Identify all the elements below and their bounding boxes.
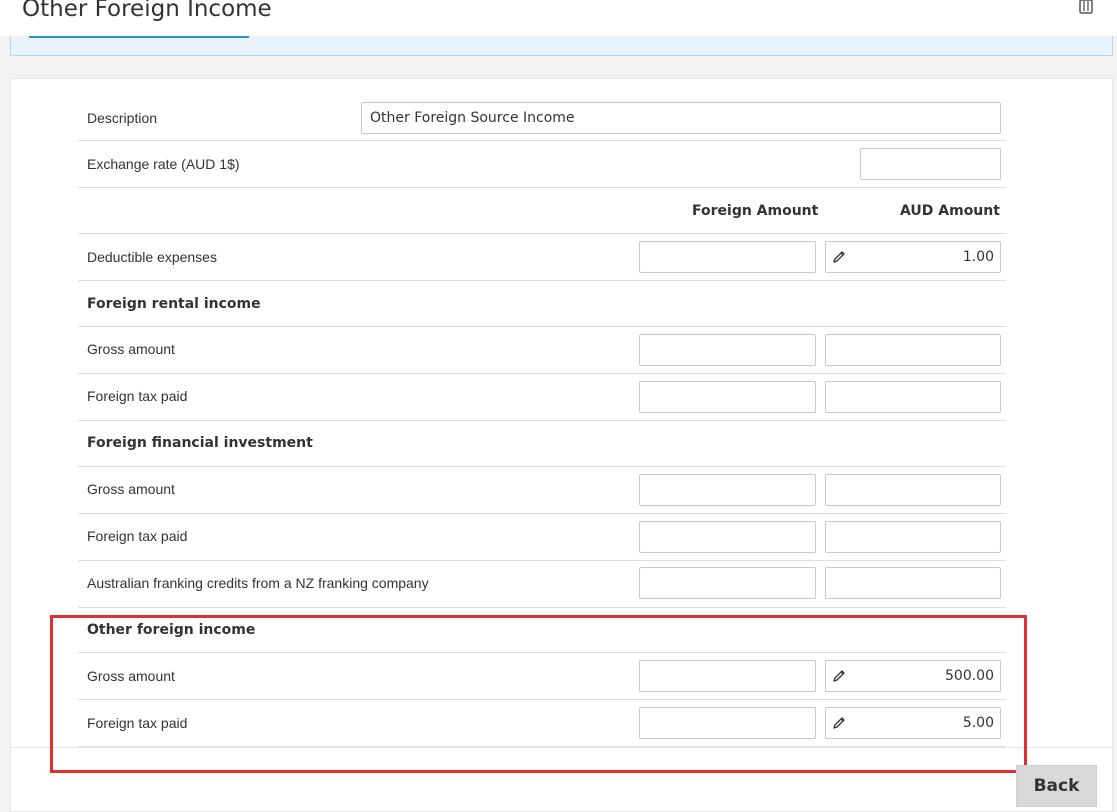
franking-credits-row: Australian franking credits from a NZ fr… <box>78 561 1006 608</box>
foreign-amount-header: Foreign Amount <box>692 203 819 219</box>
deductible-expenses-aud-input[interactable]: 1.00 <box>825 241 1001 273</box>
rental-foreign-tax-paid-foreign-input[interactable] <box>639 381 816 413</box>
rental-gross-amount-foreign-input[interactable] <box>639 334 816 366</box>
aud-amount-header: AUD Amount <box>900 203 1000 219</box>
other-gross-amount-aud-value: 500.00 <box>945 668 994 684</box>
investment-gross-amount-aud-input[interactable] <box>825 474 1001 506</box>
foreign-financial-investment-heading: Foreign financial investment <box>87 435 313 451</box>
other-foreign-tax-paid-foreign-input[interactable] <box>639 707 816 739</box>
deductible-expenses-label: Deductible expenses <box>87 249 217 265</box>
rental-gross-amount-aud-input[interactable] <box>825 334 1001 366</box>
page-title: Other Foreign Income <box>22 0 272 22</box>
column-header-row: Foreign Amount AUD Amount <box>78 188 1006 234</box>
other-gross-amount-foreign-input[interactable] <box>639 660 816 692</box>
description-label: Description <box>87 110 158 126</box>
pencil-icon[interactable] <box>832 716 846 730</box>
pencil-icon[interactable] <box>832 250 846 264</box>
other-gross-amount-row: Gross amount 500.00 <box>78 653 1006 700</box>
card-footer-divider <box>11 747 1114 748</box>
investment-foreign-tax-paid-foreign-input[interactable] <box>639 521 816 553</box>
deductible-expenses-row: Deductible expenses 1.00 <box>78 234 1006 281</box>
back-button[interactable]: Back <box>1016 765 1097 807</box>
other-foreign-tax-paid-label: Foreign tax paid <box>87 715 188 731</box>
investment-gross-amount-label: Gross amount <box>87 481 175 497</box>
investment-gross-amount-foreign-input[interactable] <box>639 474 816 506</box>
exchange-rate-input[interactable] <box>860 148 1001 180</box>
rental-foreign-tax-paid-aud-input[interactable] <box>825 381 1001 413</box>
investment-foreign-tax-paid-row: Foreign tax paid <box>78 514 1006 561</box>
rental-foreign-tax-paid-label: Foreign tax paid <box>87 388 188 404</box>
exchange-rate-row: Exchange rate (AUD 1$) <box>78 141 1006 188</box>
other-gross-amount-label: Gross amount <box>87 668 175 684</box>
exchange-rate-label: Exchange rate (AUD 1$) <box>87 156 240 172</box>
description-input[interactable]: Other Foreign Source Income <box>361 102 1001 134</box>
active-tab-indicator <box>29 36 249 38</box>
other-foreign-tax-paid-aud-value: 5.00 <box>962 715 994 731</box>
rental-foreign-tax-paid-row: Foreign tax paid <box>78 374 1006 421</box>
deductible-expenses-aud-value: 1.00 <box>962 249 994 265</box>
deductible-expenses-foreign-input[interactable] <box>639 241 816 273</box>
other-foreign-tax-paid-row: Foreign tax paid 5.00 <box>78 700 1006 747</box>
foreign-rental-income-heading: Foreign rental income <box>87 296 261 312</box>
top-bar: Other Foreign Income <box>0 0 1117 36</box>
investment-foreign-tax-paid-label: Foreign tax paid <box>87 528 188 544</box>
franking-credits-foreign-input[interactable] <box>639 567 816 599</box>
investment-foreign-tax-paid-aud-input[interactable] <box>825 521 1001 553</box>
other-gross-amount-aud-input[interactable]: 500.00 <box>825 660 1001 692</box>
trash-icon[interactable] <box>1077 0 1095 14</box>
foreign-financial-investment-heading-row: Foreign financial investment <box>78 421 1006 467</box>
investment-gross-amount-row: Gross amount <box>78 467 1006 514</box>
franking-credits-label: Australian franking credits from a NZ fr… <box>87 575 429 591</box>
franking-credits-aud-input[interactable] <box>825 567 1001 599</box>
other-foreign-income-heading-row: Other foreign income <box>78 608 1006 653</box>
rental-gross-amount-row: Gross amount <box>78 327 1006 374</box>
foreign-rental-income-heading-row: Foreign rental income <box>78 281 1006 327</box>
rental-gross-amount-label: Gross amount <box>87 341 175 357</box>
description-row: Description Other Foreign Source Income <box>78 94 1006 141</box>
pencil-icon[interactable] <box>832 669 846 683</box>
other-foreign-tax-paid-aud-input[interactable]: 5.00 <box>825 707 1001 739</box>
other-foreign-income-heading: Other foreign income <box>87 622 256 638</box>
info-strip <box>10 36 1113 56</box>
